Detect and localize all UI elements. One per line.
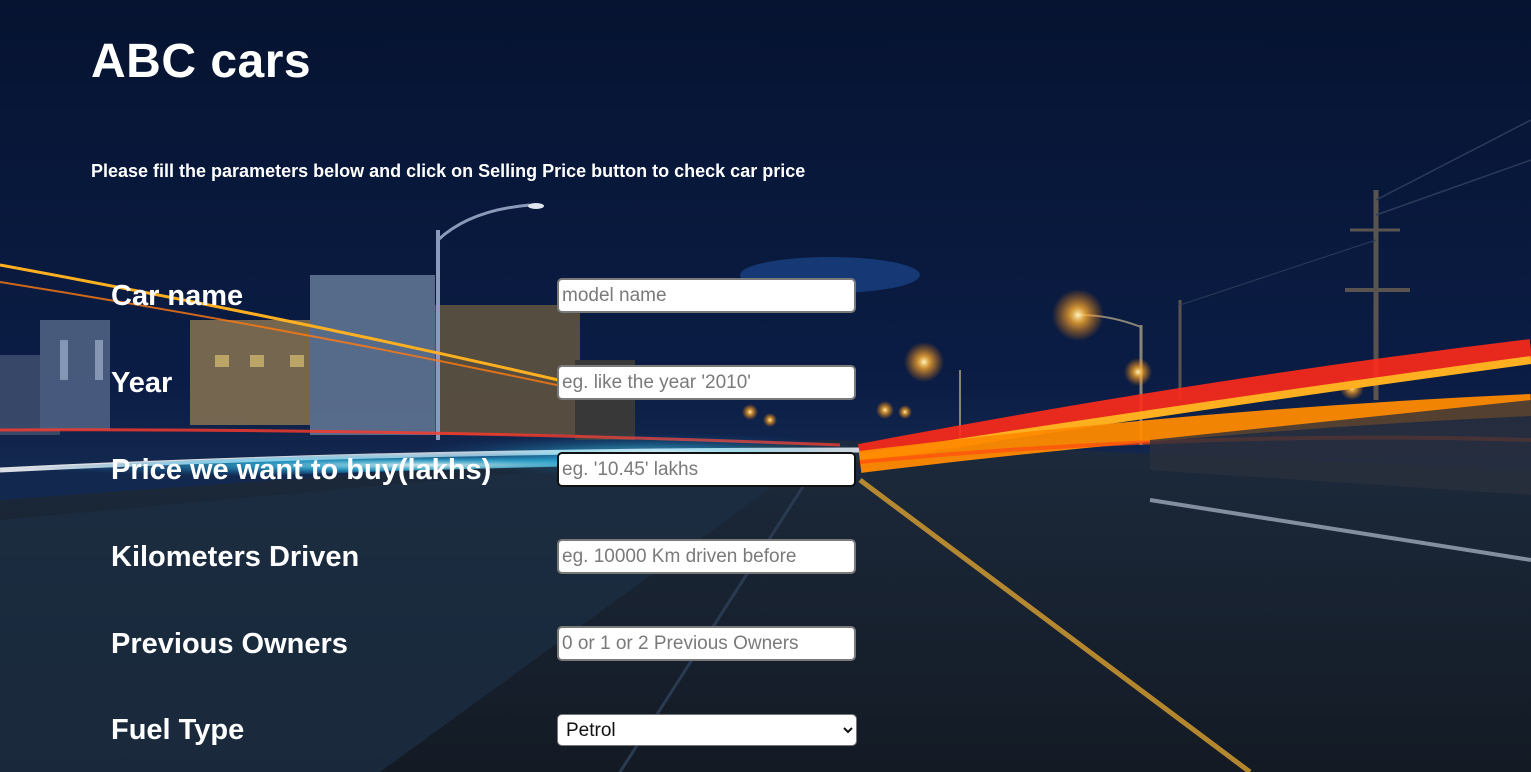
price-label: Price we want to buy(lakhs) — [111, 454, 492, 486]
previous-owners-input[interactable] — [557, 626, 856, 661]
kilometers-driven-input[interactable] — [557, 539, 856, 574]
car-name-label: Car name — [111, 280, 244, 312]
page-instructions: Please fill the parameters below and cli… — [91, 161, 806, 181]
car-name-input[interactable] — [557, 278, 856, 313]
year-input[interactable] — [557, 365, 856, 400]
previous-owners-label: Previous Owners — [111, 628, 348, 660]
fuel-type-select[interactable]: Petrol — [557, 714, 857, 746]
fuel-type-label: Fuel Type — [111, 714, 245, 746]
page-title: ABC cars — [91, 35, 312, 88]
kilometers-driven-label: Kilometers Driven — [111, 541, 360, 573]
price-input[interactable] — [557, 452, 856, 487]
year-label: Year — [111, 367, 173, 399]
